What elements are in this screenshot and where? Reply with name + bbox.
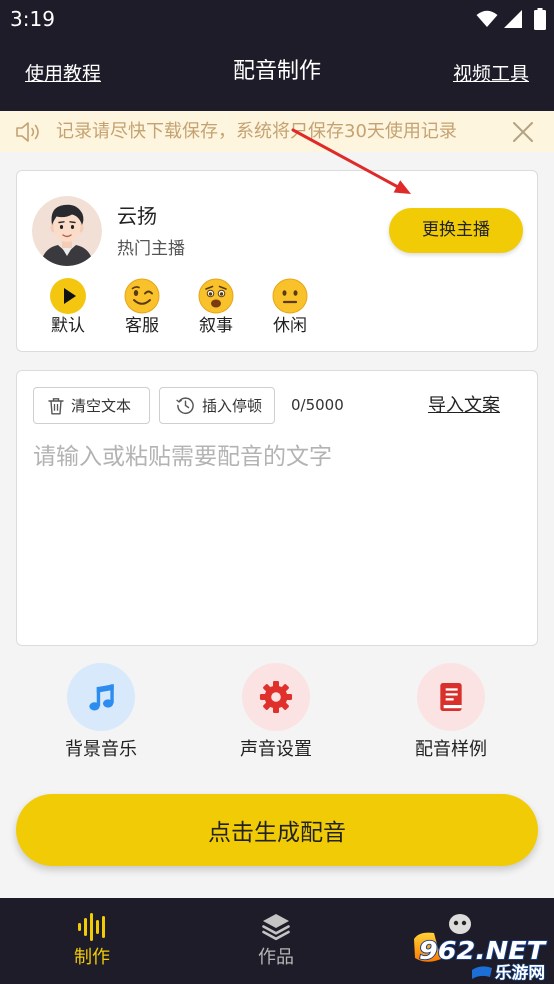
page-title: 配音制作 <box>232 59 321 84</box>
play-icon <box>50 278 86 314</box>
tool-circle <box>417 663 485 731</box>
voice-settings-button[interactable]: 声音设置 <box>216 663 336 763</box>
clear-text-button[interactable]: 清空文本 <box>33 387 150 424</box>
status-bar: 3:19 <box>0 0 554 38</box>
voice-style-default[interactable]: 默认 <box>38 278 98 338</box>
voice-style-label: 客服 <box>125 316 159 336</box>
nav-tab-label: 制作 <box>74 947 110 968</box>
tool-label: 背景音乐 <box>65 739 137 760</box>
nav-tab-label: 作品 <box>258 947 294 968</box>
dubbing-text-input[interactable] <box>33 441 523 633</box>
clear-text-label: 清空文本 <box>71 397 132 415</box>
waveform-icon <box>78 913 105 941</box>
watermark-subtitle: 乐游网 <box>495 963 545 982</box>
signal-icon <box>504 10 522 28</box>
notice-banner: 记录请尽快下载保存，系统将只保存30天使用记录 <box>0 111 554 152</box>
tool-label: 声音设置 <box>240 739 312 760</box>
insert-pause-button[interactable]: 插入停顿 <box>159 387 275 424</box>
tool-circle <box>67 663 135 731</box>
clock-icon <box>176 397 194 414</box>
background-music-button[interactable]: 背景音乐 <box>41 663 161 763</box>
voice-style-narrative[interactable]: 叙事 <box>186 278 246 338</box>
music-note-icon <box>89 684 114 711</box>
watermark-brand: 962.NET <box>419 936 547 965</box>
tool-circle <box>242 663 310 731</box>
voice-style-label: 叙事 <box>199 316 233 336</box>
worried-emoji-icon <box>198 278 234 314</box>
nav-tab-create[interactable]: 制作 <box>42 898 142 984</box>
tutorial-link[interactable]: 使用教程 <box>25 60 101 88</box>
gear-icon <box>259 680 293 714</box>
neutral-emoji-icon <box>272 278 308 314</box>
close-icon[interactable] <box>512 121 534 143</box>
avatar[interactable] <box>32 196 102 266</box>
anchor-card: 云扬 热门主播 更换主播 默认 客服 叙事 休闲 <box>16 170 538 352</box>
wifi-icon <box>476 10 498 27</box>
wink-emoji-icon <box>124 278 160 314</box>
change-anchor-button[interactable]: 更换主播 <box>389 208 523 253</box>
notice-text: 记录请尽快下载保存，系统将只保存30天使用记录 <box>56 121 457 142</box>
char-count: 0/5000 <box>291 396 344 414</box>
generate-dubbing-button[interactable]: 点击生成配音 <box>16 794 538 866</box>
voice-style-casual[interactable]: 休闲 <box>260 278 320 338</box>
anchor-tag: 热门主播 <box>117 239 185 259</box>
layers-icon <box>262 914 290 941</box>
video-tools-link[interactable]: 视频工具 <box>453 60 529 88</box>
speaker-icon <box>16 122 39 142</box>
voice-style-service[interactable]: 客服 <box>112 278 172 338</box>
status-time: 3:19 <box>10 7 55 31</box>
trash-icon <box>48 397 64 414</box>
battery-icon <box>534 8 546 30</box>
watermark-logo: 962.NET 乐游网 <box>414 932 548 982</box>
import-text-link[interactable]: 导入文案 <box>428 387 500 424</box>
anchor-name: 云扬 <box>117 204 157 228</box>
book-icon <box>440 683 462 711</box>
tool-label: 配音样例 <box>415 739 487 760</box>
voice-style-label: 休闲 <box>273 316 307 336</box>
text-editor-card: 清空文本 插入停顿 0/5000 导入文案 <box>16 370 538 646</box>
insert-pause-label: 插入停顿 <box>202 397 263 415</box>
dubbing-samples-button[interactable]: 配音样例 <box>391 663 511 763</box>
voice-style-label: 默认 <box>51 316 85 336</box>
app-header: 使用教程 配音制作 视频工具 <box>0 38 554 111</box>
nav-tab-works[interactable]: 作品 <box>226 898 326 984</box>
